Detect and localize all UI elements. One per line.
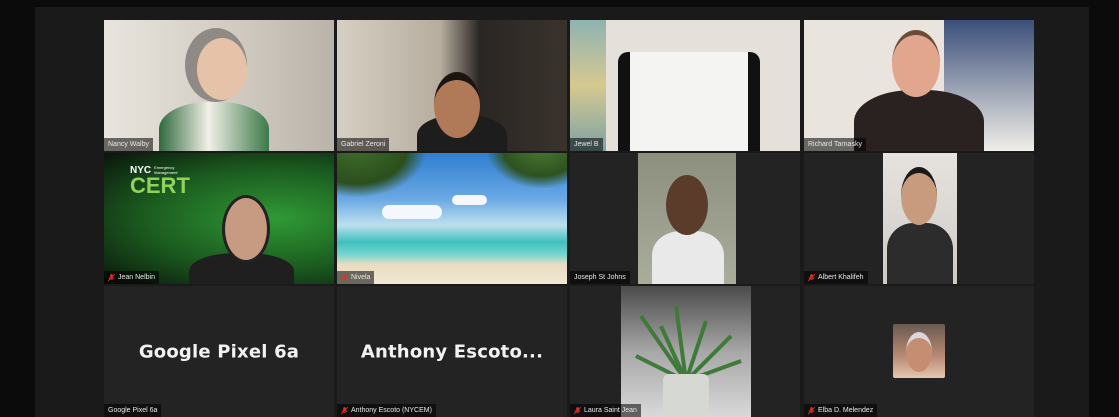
logo-text: CERT (130, 173, 190, 198)
mic-muted-icon (808, 273, 815, 281)
video-tile[interactable]: Nivela (337, 153, 567, 284)
cert-logo: NYC Emergency Management CERT (130, 165, 190, 198)
participant-name-label: Joseph St Johns (570, 271, 630, 284)
participant-name-label: Elba D. Melendez (804, 404, 878, 417)
mic-muted-icon (808, 406, 815, 414)
video-tile[interactable]: Joseph St Johns (570, 153, 800, 284)
avatar (893, 324, 945, 378)
participant-name: Elba D. Melendez (818, 407, 874, 414)
participant-display-name: Google Pixel 6a (138, 341, 300, 362)
video-tile[interactable]: NYC Emergency Management CERT Jean Nelbi… (104, 153, 334, 284)
participant-name: Nancy Walby (108, 141, 149, 148)
participant-name-label: Anthony Escoto (NYCEM) (337, 404, 436, 417)
participant-name: Jewel B (574, 141, 599, 148)
video-background (570, 20, 606, 151)
participant-video (638, 153, 736, 284)
participant-video (883, 153, 957, 284)
video-gallery: Nancy Walby Gabriel Zeroni Jewel B Richa… (35, 7, 1089, 417)
palm-leaves (487, 153, 567, 188)
participant-name: Richard Tarnasky (808, 141, 862, 148)
participant-name-label: Gabriel Zeroni (337, 138, 390, 151)
chair (618, 52, 760, 151)
participant-name: Laura Saint Jean (584, 407, 637, 414)
video-tile[interactable]: Google Pixel 6a Google Pixel 6a (104, 286, 334, 417)
participant-name: Google Pixel 6a (108, 407, 158, 414)
participant-name-label: Nivela (337, 271, 375, 284)
video-tile[interactable]: Albert Khalifeh (804, 153, 1034, 284)
participant-name: Jean Nelbin (118, 274, 155, 281)
participant-video (159, 102, 269, 151)
participant-name-label: Albert Khalifeh (804, 271, 868, 284)
participant-name: Gabriel Zeroni (341, 141, 386, 148)
mic-muted-icon (574, 406, 581, 414)
participant-name: Joseph St Johns (574, 274, 626, 281)
participant-video (222, 195, 270, 263)
video-tile[interactable]: Jewel B (570, 20, 800, 151)
participant-video (434, 72, 480, 138)
cloud (382, 205, 442, 219)
participant-name-label: Jewel B (570, 138, 603, 151)
video-tile[interactable]: Elba D. Melendez (804, 286, 1034, 417)
participant-name: Anthony Escoto (NYCEM) (351, 407, 432, 414)
participant-video (854, 90, 984, 151)
video-tile[interactable]: Laura Saint Jean (570, 286, 800, 417)
mic-muted-icon (341, 273, 348, 281)
mic-muted-icon (108, 273, 115, 281)
cloud (452, 195, 487, 205)
mic-muted-icon (341, 406, 348, 414)
participant-name-label: Nancy Walby (104, 138, 153, 151)
participant-display-name: Anthony Escoto... (360, 341, 544, 362)
video-tile[interactable]: Nancy Walby (104, 20, 334, 151)
plant-image (635, 305, 742, 417)
participant-name-label: Richard Tarnasky (804, 138, 866, 151)
participant-name-label: Laura Saint Jean (570, 404, 641, 417)
participant-video (892, 30, 940, 97)
video-tile[interactable]: Gabriel Zeroni (337, 20, 567, 151)
participant-video (197, 38, 247, 100)
participant-video (621, 286, 751, 417)
participant-name-label: Google Pixel 6a (104, 404, 162, 417)
participant-name: Albert Khalifeh (818, 274, 864, 281)
participant-name: Nivela (351, 274, 371, 281)
video-tile[interactable]: Richard Tarnasky (804, 20, 1034, 151)
video-tile[interactable]: Anthony Escoto... Anthony Escoto (NYCEM) (337, 286, 567, 417)
participant-name-label: Jean Nelbin (104, 271, 159, 284)
palm-leaves (337, 153, 427, 198)
